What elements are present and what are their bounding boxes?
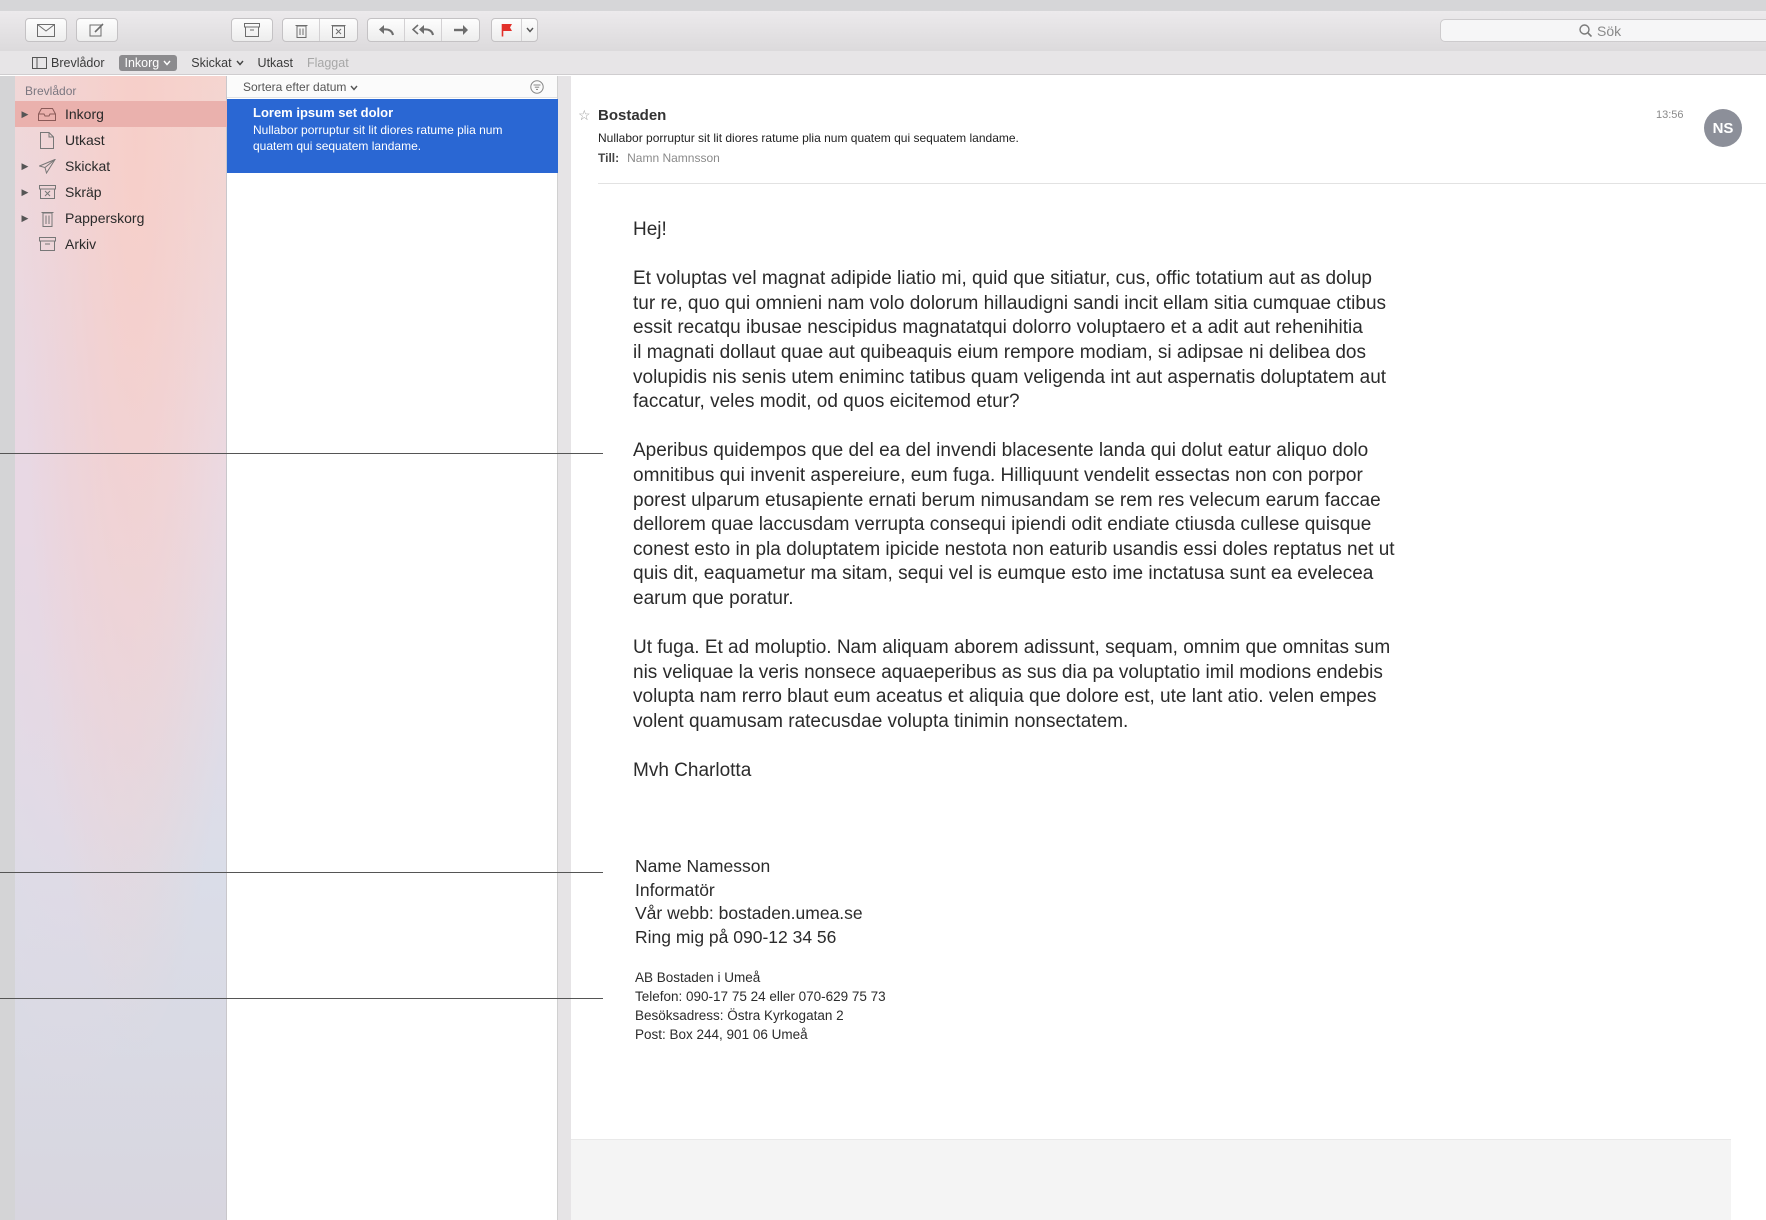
message-paragraph: Et voluptas vel magnat adipide liatio mi…: [633, 268, 1387, 413]
toolbar: Sök: [0, 11, 1766, 51]
flag-menu-button[interactable]: [522, 19, 537, 41]
signature: Name Namesson Informatör Vår webb: bosta…: [635, 856, 863, 947]
chevron-down-icon: [350, 85, 358, 91]
flag-button[interactable]: [492, 19, 522, 41]
trash-junk-group: [282, 18, 358, 42]
disclosure-triangle-icon[interactable]: ▶: [15, 187, 35, 198]
favorites-flagged-label: Flaggat: [306, 55, 349, 70]
search-placeholder: Sök: [1597, 22, 1622, 39]
sidebar-toggle-icon: [32, 56, 47, 69]
sidebar-item-label: Papperskorg: [65, 210, 145, 226]
chevron-down-icon: [525, 27, 534, 33]
message-closing: Mvh Charlotta: [633, 760, 752, 782]
guide-line: [0, 998, 603, 999]
favorites-drafts-button[interactable]: Utkast: [258, 56, 293, 70]
message-viewer: ☆ Bostaden Nullabor porruptur sit lit di…: [571, 76, 1766, 1220]
message-greeting: Hej!: [633, 219, 667, 240]
sidebar-edge: [0, 76, 15, 1220]
header-divider: [598, 183, 1766, 184]
chevron-down-icon: [236, 60, 244, 66]
search-icon: [1579, 24, 1592, 37]
search-input[interactable]: Sök: [1440, 19, 1766, 42]
archive-button[interactable]: [231, 18, 273, 42]
favorites-inbox-label: Inkorg: [124, 55, 160, 70]
message-sender: Bostaden: [598, 107, 667, 124]
sidebar-item-sent[interactable]: ▶ Skickat: [15, 153, 227, 179]
archive-icon: [244, 23, 260, 37]
reply-all-button[interactable]: [405, 19, 442, 41]
trash-icon: [35, 210, 59, 227]
favorites-sent-label: Skickat: [191, 55, 232, 70]
compose-icon: [89, 23, 104, 37]
message-list-header: Sortera efter datum: [227, 76, 557, 98]
mailbox-sidebar: Brevlådor ▶ Inkorg Utkast ▶ Skickat ▶ Sk…: [0, 76, 227, 1220]
sidebar-item-trash[interactable]: ▶ Papperskorg: [15, 205, 227, 231]
favorites-sent-button[interactable]: Skickat: [191, 55, 244, 70]
star-icon[interactable]: ☆: [578, 107, 591, 124]
compose-button[interactable]: [76, 18, 118, 42]
sidebar-item-label: Arkiv: [65, 236, 97, 252]
reply-group: [367, 18, 480, 42]
message-subject: Nullabor porruptur sit lit diores ratume…: [598, 131, 1019, 145]
company-info: AB Bostaden i Umeå Telefon: 090-17 75 24…: [635, 970, 886, 1042]
sidebar-header: Brevlådor: [25, 84, 77, 98]
viewer-footer: [571, 1139, 1731, 1220]
junk-icon: [331, 24, 346, 38]
sidebar-item-archive[interactable]: Arkiv: [15, 231, 227, 257]
favorites-drafts-label: Utkast: [257, 55, 293, 70]
flag-group: [491, 18, 538, 42]
forward-button[interactable]: [442, 19, 479, 41]
sidebar-item-drafts[interactable]: Utkast: [15, 127, 227, 153]
forward-icon: [453, 25, 468, 35]
junk-icon: [35, 185, 59, 199]
message-list-item[interactable]: Lorem ipsum set dolor Nullabor porruptur…: [227, 99, 558, 173]
window-top-strip: [0, 0, 1766, 11]
filter-icon[interactable]: [530, 79, 544, 94]
sidebar-item-junk[interactable]: ▶ Skräp: [15, 179, 227, 205]
avatar: NS: [1704, 109, 1742, 147]
sidebar-item-label: Skräp: [65, 184, 102, 200]
message-recipients: Till: Namn Namnsson: [598, 151, 720, 165]
sidebar-item-label: Inkorg: [65, 106, 104, 122]
favorites-inbox-button[interactable]: Inkorg: [118, 54, 178, 71]
sidebar-item-label: Utkast: [65, 132, 105, 148]
message-paragraph: Aperibus quidempos que del ea del invend…: [633, 440, 1395, 609]
sort-menu-button[interactable]: Sortera efter datum: [243, 80, 358, 94]
junk-button[interactable]: [320, 19, 357, 41]
favorites-mailboxes-label: Brevlådor: [51, 55, 105, 70]
message-list-subject: Lorem ipsum set dolor: [253, 105, 394, 120]
trash-icon: [295, 24, 307, 38]
sent-icon: [35, 158, 59, 174]
message-time: 13:56: [1656, 109, 1684, 121]
trash-button[interactable]: [283, 19, 320, 41]
guide-line: [0, 453, 603, 454]
disclosure-triangle-icon[interactable]: ▶: [15, 213, 35, 224]
reply-button[interactable]: [368, 19, 405, 41]
sort-label: Sortera efter datum: [243, 79, 347, 94]
chevron-down-icon: [163, 60, 171, 66]
envelope-icon: [37, 23, 55, 37]
inbox-icon: [35, 107, 59, 121]
get-mail-button[interactable]: [25, 18, 67, 42]
disclosure-triangle-icon[interactable]: ▶: [15, 109, 35, 120]
favorites-flagged-button[interactable]: Flaggat: [307, 56, 349, 70]
guide-line: [0, 872, 603, 873]
reply-all-icon: [412, 24, 434, 36]
to-recipient[interactable]: Namn Namnsson: [627, 151, 720, 165]
message-body: Hej! Et voluptas vel magnat adipide liat…: [633, 218, 1413, 808]
message-list: Sortera efter datum Lorem ipsum set dolo…: [227, 76, 558, 1220]
favorites-bar: Brevlådor Inkorg Skickat Utkast Flaggat: [0, 51, 1766, 75]
to-label: Till:: [598, 151, 620, 165]
disclosure-triangle-icon[interactable]: ▶: [15, 161, 35, 172]
flag-icon: [501, 24, 512, 37]
draft-icon: [35, 131, 59, 149]
sidebar-item-label: Skickat: [65, 158, 111, 174]
sidebar-item-inbox[interactable]: ▶ Inkorg: [15, 101, 227, 127]
message-list-preview: Nullabor porruptur sit lit diores ratume…: [253, 123, 503, 153]
message-paragraph: Ut fuga. Et ad moluptio. Nam aliquam abo…: [633, 637, 1391, 732]
pane-divider[interactable]: [558, 76, 571, 1220]
favorites-mailboxes-button[interactable]: Brevlådor: [32, 56, 105, 70]
reply-icon: [379, 25, 394, 36]
archive-icon: [35, 237, 59, 251]
